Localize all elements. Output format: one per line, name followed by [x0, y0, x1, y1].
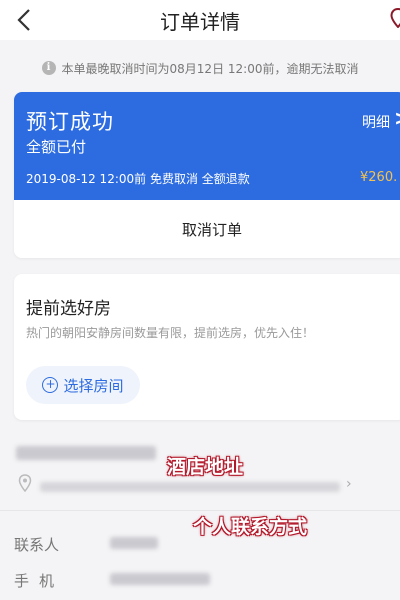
cancel-policy: 2019-08-12 12:00前 免费取消 全额退款	[26, 172, 250, 186]
order-status-card: 预订成功 全额已付 明细 > 2019-08-12 12:00前 免费取消 全额…	[14, 92, 400, 258]
notice-text: 本单最晚取消时间为08月12日 12:00前，逾期无法取消	[61, 61, 359, 76]
room-selection-description: 热门的朝阳安静房间数量有限，提前选房，优先入住！	[26, 326, 315, 340]
order-price: ¥260.	[360, 170, 398, 185]
annotation-hotel-address: 酒店地址	[167, 456, 244, 478]
select-room-button[interactable]: + 选择房间	[26, 366, 140, 404]
payment-status: 全额已付	[26, 138, 87, 156]
order-status: 预订成功	[26, 110, 114, 134]
hotel-address-redacted	[40, 482, 340, 492]
info-icon: i	[41, 61, 56, 75]
section-divider	[0, 510, 400, 511]
location-pin-icon	[18, 474, 32, 492]
page-title: 订单详情	[160, 10, 240, 34]
room-selection-title: 提前选好房	[26, 299, 111, 319]
chevron-right-icon: ›	[346, 476, 352, 492]
phone-number-redacted	[110, 573, 210, 585]
contact-name-label: 联系人	[14, 536, 60, 554]
contact-name-redacted	[110, 537, 158, 549]
room-selection-card: 提前选好房 热门的朝阳安静房间数量有限，提前选房，优先入住！ + 选择房间	[14, 274, 400, 420]
chevron-right-icon[interactable]: >	[394, 106, 400, 130]
order-status-banner: 预订成功 全额已付 明细 > 2019-08-12 12:00前 免费取消 全额…	[14, 92, 400, 200]
cancel-deadline-notice: i 本单最晚取消时间为08月12日 12:00前，逾期无法取消	[0, 54, 400, 82]
map-pin-icon[interactable]	[390, 8, 400, 28]
select-room-label: 选择房间	[63, 376, 124, 395]
top-navigation-bar: 订单详情	[0, 0, 400, 40]
plus-circle-icon: +	[42, 377, 59, 393]
cancel-order-button[interactable]: 取消订单	[14, 200, 400, 258]
hotel-name-redacted	[16, 446, 156, 460]
annotation-contact-info: 个人联系方式	[193, 516, 308, 538]
price-detail-link[interactable]: 明细	[362, 112, 390, 132]
phone-label: 手机	[14, 572, 65, 590]
